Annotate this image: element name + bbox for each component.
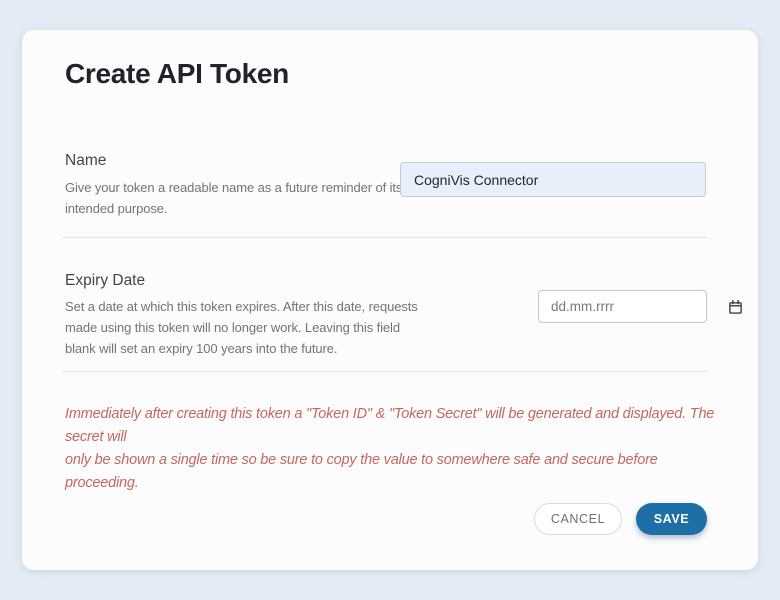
create-api-token-dialog: Create API Token Name Give your token a …	[22, 30, 758, 570]
expiry-date-field-description: Set a date at which this token expires. …	[65, 296, 435, 359]
expiry-date-input-wrapper[interactable]	[538, 290, 707, 323]
save-button[interactable]: SAVE	[636, 503, 707, 535]
calendar-icon[interactable]	[728, 299, 743, 315]
name-field-label: Name	[65, 150, 106, 172]
name-description-line: Give your token a readable name as a fut…	[65, 177, 435, 198]
token-secret-note-line: only be shown a single time so be sure t…	[65, 449, 725, 495]
expiry-description-line: Set a date at which this token expires. …	[65, 296, 435, 317]
token-secret-note-line: Immediately after creating this token a …	[65, 403, 725, 449]
section-divider	[62, 371, 707, 372]
expiry-date-input[interactable]	[551, 299, 728, 314]
expiry-description-line: blank will set an expiry 100 years into …	[65, 338, 435, 359]
page-title: Create API Token	[65, 54, 289, 94]
token-secret-note: Immediately after creating this token a …	[65, 403, 725, 495]
expiry-description-line: made using this token will no longer wor…	[65, 317, 435, 338]
expiry-date-field-label: Expiry Date	[65, 270, 145, 292]
name-description-line: intended purpose.	[65, 198, 435, 219]
section-divider	[62, 237, 707, 238]
name-input[interactable]	[400, 162, 706, 197]
name-field-description: Give your token a readable name as a fut…	[65, 177, 435, 219]
dialog-actions: CANCEL SAVE	[534, 503, 707, 535]
cancel-button[interactable]: CANCEL	[534, 503, 622, 535]
